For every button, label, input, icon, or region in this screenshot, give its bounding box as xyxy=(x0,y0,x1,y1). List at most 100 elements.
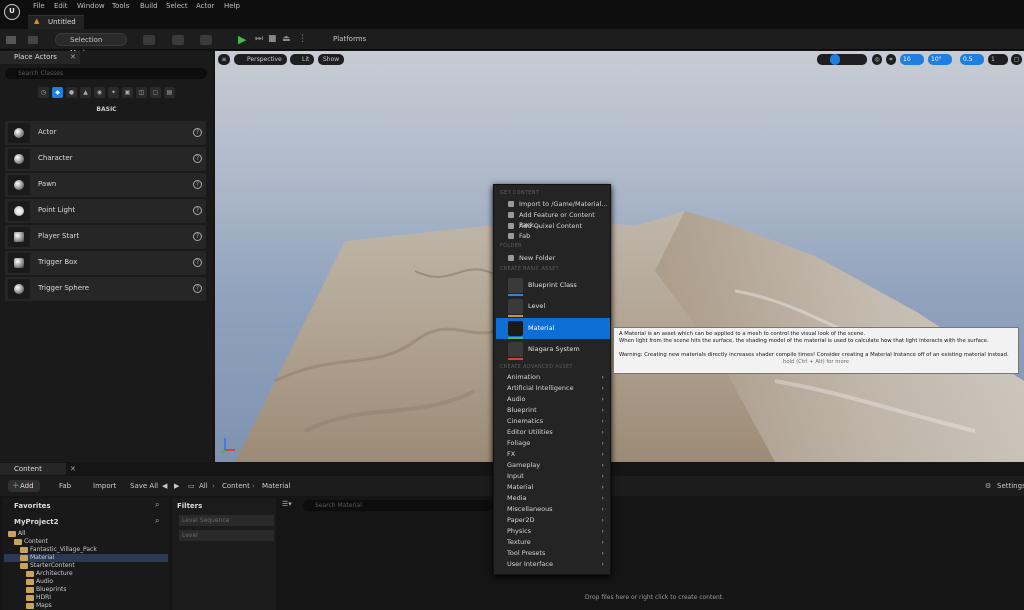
actor-item-character[interactable]: Character? xyxy=(5,147,206,171)
menu-material[interactable]: Material xyxy=(496,318,610,339)
submenu-input[interactable]: Input › xyxy=(496,471,608,482)
submenu-miscellaneous[interactable]: Miscellaneous › xyxy=(496,504,608,515)
submenu-ai[interactable]: Artificial Intelligence › xyxy=(496,383,608,394)
cinematic-icon[interactable]: ◉ xyxy=(94,87,105,98)
menu-import[interactable]: Import to /Game/Material... xyxy=(496,199,608,209)
actor-item-player-start[interactable]: Player Start? xyxy=(5,225,206,249)
tree-item-audio[interactable]: Audio xyxy=(26,578,168,586)
stop-icon[interactable]: ■ xyxy=(268,33,277,46)
search-icon[interactable]: ⌕ xyxy=(155,516,159,526)
tree-item-fantastic-village-pack[interactable]: Fantastic_Village_Pack xyxy=(20,546,168,554)
submenu-material[interactable]: Material › xyxy=(496,482,608,493)
help-icon[interactable]: ? xyxy=(193,258,202,267)
submenu-audio[interactable]: Audio › xyxy=(496,394,608,405)
tree-item-starter-content[interactable]: StarterContent xyxy=(20,562,168,570)
help-icon[interactable]: ? xyxy=(193,154,202,163)
menu-add-quixel[interactable]: Add Quixel Content xyxy=(496,221,608,231)
submenu-texture[interactable]: Texture › xyxy=(496,537,608,548)
menu-blueprint-class[interactable]: Blueprint Class xyxy=(496,275,610,296)
tree-item-content[interactable]: Content xyxy=(14,538,168,546)
camera-speed-button[interactable]: 1 xyxy=(988,54,1008,65)
actor-item-trigger-sphere[interactable]: Trigger Sphere? xyxy=(5,277,206,301)
content-icon[interactable] xyxy=(28,36,38,44)
filter-level[interactable]: Level xyxy=(179,530,274,541)
submenu-tool-presets[interactable]: Tool Presets › xyxy=(496,548,608,559)
import-button[interactable]: Import xyxy=(82,480,116,492)
help-icon[interactable]: ? xyxy=(193,206,202,215)
submenu-fx[interactable]: FX › xyxy=(496,449,608,460)
menu-file[interactable]: File xyxy=(33,2,45,10)
project-header[interactable]: MyProject2 xyxy=(14,516,58,528)
visual-effects-icon[interactable]: ✦ xyxy=(108,87,119,98)
submenu-foliage[interactable]: Foliage › xyxy=(496,438,608,449)
save-all-button[interactable]: Save All xyxy=(120,480,158,492)
menu-fab[interactable]: Fab xyxy=(496,231,608,241)
actor-item-point-light[interactable]: Point Light? xyxy=(5,199,206,223)
menu-help[interactable]: Help xyxy=(224,2,240,10)
tree-item-blueprints[interactable]: Blueprints xyxy=(26,586,168,594)
step-icon[interactable]: ⏭ xyxy=(255,33,263,46)
geometry-icon[interactable]: ▣ xyxy=(122,87,133,98)
close-icon[interactable]: ✕ xyxy=(70,465,76,473)
lit-button[interactable]: Lit xyxy=(290,54,315,65)
breadcrumb-all[interactable]: All xyxy=(199,480,208,492)
shapes-icon[interactable]: ▲ xyxy=(80,87,91,98)
more-icon[interactable]: ⋮ xyxy=(298,33,307,46)
lights-icon[interactable]: ● xyxy=(66,87,77,98)
search-classes-input[interactable]: Search Classes xyxy=(5,68,207,79)
basic-category-icon[interactable]: ◆ xyxy=(52,87,63,98)
actor-item-pawn[interactable]: Pawn? xyxy=(5,173,206,197)
search-material-input[interactable]: Search Material xyxy=(303,500,493,511)
show-button[interactable]: Show xyxy=(318,54,345,65)
menu-level[interactable]: Level xyxy=(496,296,610,317)
menu-select[interactable]: Select xyxy=(166,2,188,10)
menu-window[interactable]: Window xyxy=(77,2,105,10)
grid-snap-button[interactable]: 10 xyxy=(900,54,924,65)
menu-tools[interactable]: Tools xyxy=(112,2,129,10)
tree-item-material[interactable]: Material xyxy=(4,554,168,562)
submenu-cinematics[interactable]: Cinematics › xyxy=(496,416,608,427)
submenu-user-interface[interactable]: User Interface › xyxy=(496,559,608,570)
submenu-animation[interactable]: Animation › xyxy=(496,372,608,383)
blueprint-icon[interactable] xyxy=(172,35,184,45)
eject-icon[interactable]: ⏏ xyxy=(282,33,291,46)
forward-icon[interactable]: ▶ xyxy=(174,480,179,492)
maximize-icon[interactable]: ▢ xyxy=(1011,54,1022,65)
help-icon[interactable]: ? xyxy=(193,232,202,241)
tree-item-all[interactable]: All xyxy=(8,530,168,538)
tree-item-architecture[interactable]: Architecture xyxy=(26,570,168,578)
menu-build[interactable]: Build xyxy=(140,2,158,10)
rotation-snap-button[interactable]: 10° xyxy=(928,54,952,65)
level-viewport[interactable] xyxy=(215,51,1024,462)
actor-item-actor[interactable]: Actor? xyxy=(5,121,206,145)
transform-tools[interactable] xyxy=(817,54,867,65)
back-icon[interactable]: ◀ xyxy=(162,480,167,492)
scale-snap-button[interactable]: 0.5 xyxy=(960,54,984,65)
volumes-icon[interactable]: ◫ xyxy=(136,87,147,98)
help-icon[interactable]: ? xyxy=(193,284,202,293)
menu-edit[interactable]: Edit xyxy=(54,2,68,10)
perspective-button[interactable]: Perspective xyxy=(234,54,287,65)
fab-button[interactable]: Fab xyxy=(48,480,71,492)
menu-new-folder[interactable]: New Folder xyxy=(496,253,608,263)
all-classes-icon[interactable]: ▢ xyxy=(150,87,161,98)
platforms-dropdown[interactable]: Platforms xyxy=(321,33,366,46)
breadcrumb-content[interactable]: Content xyxy=(222,480,250,492)
world-icon[interactable]: ◎ xyxy=(872,54,882,65)
actor-item-trigger-box[interactable]: Trigger Box? xyxy=(5,251,206,275)
recent-icon[interactable]: ◷ xyxy=(38,87,49,98)
close-icon[interactable]: ✕ xyxy=(70,53,76,61)
filter-icon[interactable]: ☰▾ xyxy=(282,500,292,508)
move-icon[interactable] xyxy=(830,54,840,65)
help-icon[interactable]: ? xyxy=(193,128,202,137)
filter-level-sequence[interactable]: Level Sequence xyxy=(179,515,274,526)
play-icon[interactable]: ▶ xyxy=(238,33,246,46)
add-actor-icon[interactable] xyxy=(143,35,155,45)
help-icon[interactable]: ? xyxy=(193,180,202,189)
tree-item-hdri[interactable]: HDRI xyxy=(26,594,168,602)
submenu-blueprint[interactable]: Blueprint › xyxy=(496,405,608,416)
menu-niagara-system[interactable]: Niagara System xyxy=(496,339,610,360)
favorites-header[interactable]: Favorites xyxy=(14,500,51,512)
submenu-paper2d[interactable]: Paper2D › xyxy=(496,515,608,526)
menu-actor[interactable]: Actor xyxy=(196,2,214,10)
